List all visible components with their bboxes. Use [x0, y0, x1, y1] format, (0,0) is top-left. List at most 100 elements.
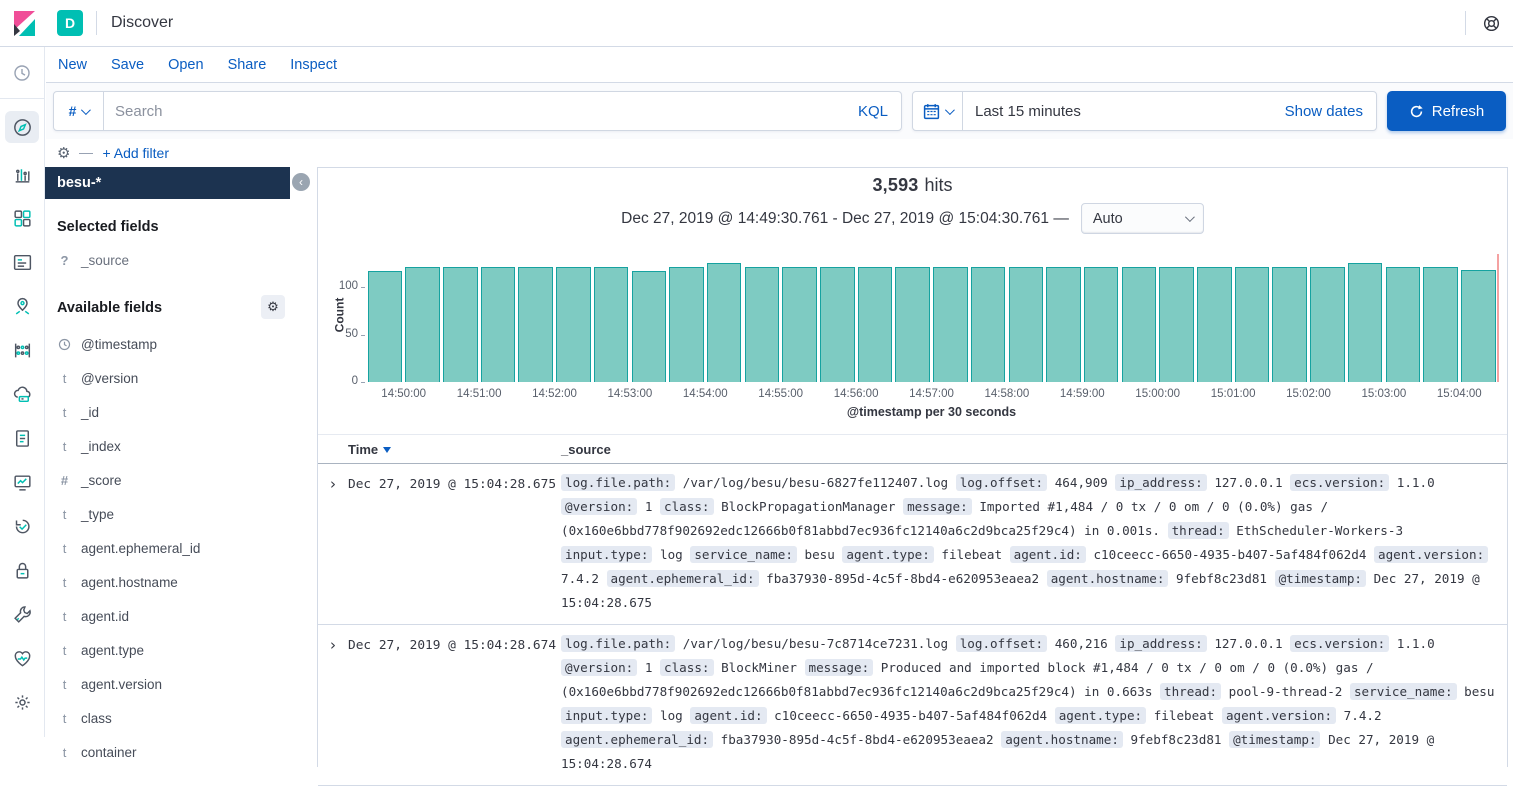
histogram-bar[interactable] — [594, 267, 629, 382]
refresh-button[interactable]: Refresh — [1387, 91, 1506, 131]
rail-item-stack-monitoring[interactable] — [5, 645, 39, 671]
histogram-bar[interactable] — [1009, 267, 1044, 382]
field-settings-gear-icon[interactable]: ⚙ — [261, 295, 285, 319]
dashboard-icon — [12, 208, 33, 229]
date-quick-select-button[interactable] — [913, 92, 963, 130]
x-axis-tick-label: 15:03:00 — [1362, 388, 1407, 400]
string-field-icon: t — [58, 711, 71, 726]
rail-item-canvas[interactable] — [5, 249, 39, 275]
top-bar: D Discover — [0, 0, 1513, 47]
column-header-time[interactable]: Time — [348, 442, 561, 457]
add-filter-button[interactable]: + Add filter — [102, 145, 169, 161]
field-item-agent.ephemeral_id[interactable]: tagent.ephemeral_id — [45, 531, 317, 565]
collapse-sidebar-button[interactable]: ‹ — [292, 173, 310, 191]
histogram-bar[interactable] — [1461, 270, 1496, 382]
x-axis-tick-label: 14:58:00 — [985, 388, 1030, 400]
rail-item-dev-tools[interactable] — [5, 601, 39, 627]
field-key-badge: class: — [660, 659, 714, 676]
histogram-bar[interactable] — [1159, 267, 1194, 382]
histogram-bar[interactable] — [1122, 267, 1157, 382]
histogram-bar[interactable] — [632, 271, 667, 382]
histogram-bar[interactable] — [745, 267, 780, 382]
histogram-bar[interactable] — [895, 267, 930, 382]
histogram-bar[interactable] — [1235, 267, 1270, 382]
histogram-bar[interactable] — [481, 267, 516, 382]
field-item-@timestamp[interactable]: @timestamp — [45, 327, 317, 361]
histogram-bar[interactable] — [1197, 267, 1232, 382]
field-item-_id[interactable]: t_id — [45, 395, 317, 429]
expand-row-icon[interactable]: › — [330, 477, 336, 492]
histogram-bar[interactable] — [1386, 267, 1421, 382]
field-key-badge: @version: — [561, 659, 637, 676]
histogram-bar[interactable] — [707, 263, 742, 382]
histogram-bar[interactable] — [1310, 267, 1345, 382]
field-item-agent.id[interactable]: tagent.id — [45, 599, 317, 633]
date-picker: Last 15 minutes Show dates — [912, 91, 1377, 131]
rail-item-maps[interactable] — [5, 293, 39, 319]
histogram-bar[interactable] — [1423, 267, 1458, 382]
maps-icon — [12, 296, 33, 317]
histogram-bar[interactable] — [782, 267, 817, 382]
kibana-logo[interactable] — [0, 0, 47, 46]
nav-link-inspect[interactable]: Inspect — [290, 57, 337, 73]
rail-item-visualize[interactable] — [5, 161, 39, 187]
kibana-logo-icon — [10, 9, 38, 37]
histogram-bar[interactable] — [556, 267, 591, 382]
rail-item-apm[interactable] — [5, 381, 39, 407]
histogram-bar[interactable] — [1348, 263, 1383, 382]
nav-link-share[interactable]: Share — [228, 57, 267, 73]
field-item-_index[interactable]: t_index — [45, 429, 317, 463]
chevron-down-icon — [81, 105, 91, 115]
rail-item-metrics[interactable] — [5, 469, 39, 495]
x-axis-tick-labels: 14:50:0014:51:0014:52:0014:53:0014:54:00… — [366, 388, 1497, 403]
nav-link-save[interactable]: Save — [111, 57, 144, 73]
help-button[interactable] — [1482, 14, 1501, 33]
field-item-agent.hostname[interactable]: tagent.hostname — [45, 565, 317, 599]
histogram-bar[interactable] — [1084, 267, 1119, 382]
recently-viewed-button[interactable] — [0, 47, 45, 99]
histogram-bar[interactable] — [669, 267, 704, 382]
time-range-value[interactable]: Last 15 minutes — [963, 103, 1285, 120]
histogram-bar[interactable] — [405, 267, 440, 382]
x-axis-tick-label: 14:59:00 — [1060, 388, 1105, 400]
interval-select[interactable]: Auto — [1081, 203, 1204, 234]
expand-row-icon[interactable]: › — [330, 638, 336, 653]
histogram-bar[interactable] — [1046, 267, 1081, 382]
histogram-bar[interactable] — [858, 267, 893, 382]
rail-item-management[interactable] — [5, 689, 39, 715]
nav-link-new[interactable]: New — [58, 57, 87, 73]
field-item-container[interactable]: tcontainer — [45, 735, 317, 769]
calendar-icon — [923, 103, 940, 120]
field-name: @timestamp — [81, 337, 157, 352]
field-item-class[interactable]: tclass — [45, 701, 317, 735]
index-pattern-selector[interactable]: besu-* — [45, 167, 290, 199]
rail-item-uptime[interactable] — [5, 513, 39, 539]
field-item-_source[interactable]: ?_source — [45, 243, 317, 277]
field-item-agent.version[interactable]: tagent.version — [45, 667, 317, 701]
histogram-bar[interactable] — [518, 267, 553, 382]
histogram-bar[interactable] — [1272, 267, 1307, 382]
search-input[interactable] — [104, 103, 858, 120]
field-item-_type[interactable]: t_type — [45, 497, 317, 531]
show-dates-button[interactable]: Show dates — [1285, 103, 1376, 120]
histogram-bar[interactable] — [368, 271, 403, 382]
x-axis-tick-label: 15:04:00 — [1437, 388, 1482, 400]
filter-options-gear-icon[interactable]: ⚙ — [57, 144, 70, 162]
field-item-agent.type[interactable]: tagent.type — [45, 633, 317, 667]
rail-item-siem[interactable] — [5, 557, 39, 583]
histogram-bar[interactable] — [443, 267, 478, 382]
rail-item-machine-learning[interactable] — [5, 337, 39, 363]
string-field-icon: t — [58, 405, 71, 420]
nav-link-open[interactable]: Open — [168, 57, 203, 73]
histogram-bar[interactable] — [933, 267, 968, 382]
histogram-bar[interactable] — [971, 267, 1006, 382]
histogram-chart: Count 050100 14:50:0014:51:0014:52:0014:… — [318, 246, 1507, 424]
field-item-@version[interactable]: t@version — [45, 361, 317, 395]
histogram-bar[interactable] — [820, 267, 855, 382]
rail-item-dashboard[interactable] — [5, 205, 39, 231]
kql-toggle[interactable]: KQL — [858, 103, 901, 120]
field-item-_score[interactable]: #_score — [45, 463, 317, 497]
saved-query-menu-button[interactable]: # — [54, 92, 104, 130]
rail-item-logs[interactable] — [5, 425, 39, 451]
rail-item-discover[interactable] — [5, 111, 39, 143]
